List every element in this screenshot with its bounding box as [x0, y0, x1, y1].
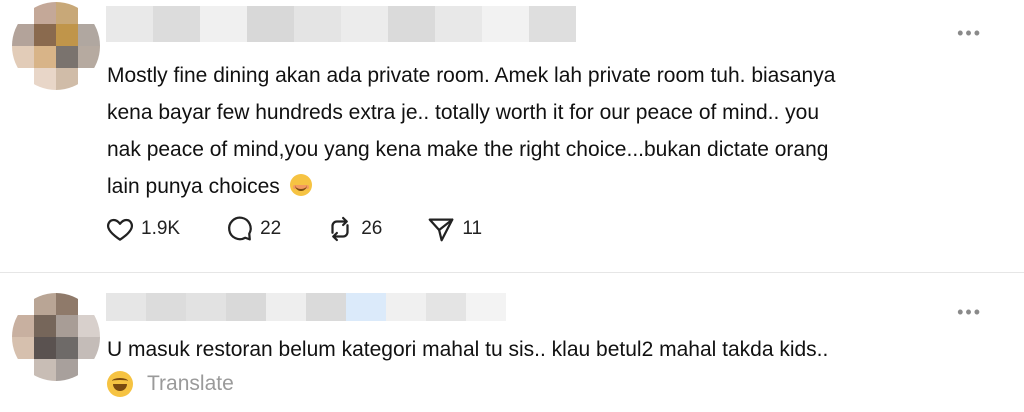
post-text: U masuk restoran belum kategori mahal tu… — [107, 338, 829, 361]
heart-icon — [107, 218, 133, 241]
username-pixel — [341, 6, 388, 42]
avatar-pixel — [78, 24, 100, 46]
username-pixel — [106, 6, 153, 42]
username-pixel — [388, 6, 435, 42]
avatar-pixel — [12, 293, 34, 315]
username-pixel — [200, 6, 247, 42]
more-options-icon[interactable]: ••• — [957, 24, 982, 42]
more-options-icon[interactable]: ••• — [957, 303, 982, 321]
avatar-pixel — [12, 337, 34, 359]
repost-icon — [331, 216, 349, 242]
avatar-pixel — [56, 46, 78, 68]
username-pixel — [106, 293, 146, 321]
username-blurred[interactable] — [106, 293, 506, 321]
username-pixel — [226, 293, 266, 321]
post: ••• Mostly fine dining akan ada private … — [0, 0, 1024, 272]
avatar-pixel — [12, 359, 34, 381]
avatar-pixel — [34, 24, 56, 46]
avatar[interactable] — [12, 293, 100, 381]
avatar-pixel — [34, 46, 56, 68]
avatar-pixel — [56, 68, 78, 90]
avatar-pixel — [78, 315, 100, 337]
avatar-pixel — [56, 337, 78, 359]
avatar-pixel — [12, 46, 34, 68]
repost-count: 26 — [361, 218, 383, 239]
reply-count: 22 — [260, 218, 282, 239]
avatar-pixel — [34, 2, 56, 24]
username-pixel — [482, 6, 529, 42]
username-pixel — [294, 6, 341, 42]
avatar-pixel — [34, 315, 56, 337]
username-pixel — [153, 6, 200, 42]
comment-icon — [228, 216, 252, 241]
like-count: 1.9K — [141, 218, 181, 239]
avatar-pixel — [56, 293, 78, 315]
username-pixel — [386, 293, 426, 321]
username-pixel — [529, 6, 576, 42]
avatar-pixel — [12, 24, 34, 46]
avatar-pixel — [12, 68, 34, 90]
avatar[interactable] — [12, 2, 100, 90]
avatar-pixel — [12, 2, 34, 24]
username-pixel — [247, 6, 294, 42]
post: ••• U masuk restoran belum kategori maha… — [0, 273, 1024, 412]
like-button[interactable]: 1.9K — [105, 214, 180, 244]
avatar-pixel — [56, 24, 78, 46]
username-pixel — [426, 293, 466, 321]
avatar-pixel — [78, 46, 100, 68]
avatar-pixel — [34, 337, 56, 359]
avatar-pixel — [78, 359, 100, 381]
share-button[interactable]: 11 — [426, 214, 482, 244]
avatar-pixel — [56, 315, 78, 337]
translate-link[interactable]: Translate — [147, 372, 234, 396]
username-pixel — [146, 293, 186, 321]
username-pixel — [266, 293, 306, 321]
share-count: 11 — [462, 218, 483, 239]
avatar-pixel — [78, 68, 100, 90]
avatar-pixel — [34, 68, 56, 90]
username-pixel — [435, 6, 482, 42]
avatar-pixel — [78, 337, 100, 359]
post-text: Mostly fine dining akan ada private room… — [107, 57, 997, 205]
avatar-pixel — [12, 315, 34, 337]
username-pixel — [306, 293, 346, 321]
avatar-pixel — [78, 2, 100, 24]
action-bar: 1.9K 22 26 11 — [105, 214, 526, 244]
post-text-content: Mostly fine dining akan ada private room… — [107, 64, 836, 198]
avatar-pixel — [34, 293, 56, 315]
username-pixel — [346, 293, 386, 321]
send-icon — [429, 218, 454, 242]
repost-button[interactable]: 26 — [325, 214, 382, 244]
avatar-pixel — [56, 359, 78, 381]
avatar-pixel — [56, 2, 78, 24]
username-blurred[interactable] — [106, 6, 576, 42]
avatar-pixel — [34, 359, 56, 381]
username-pixel — [466, 293, 506, 321]
username-pixel — [186, 293, 226, 321]
reply-button[interactable]: 22 — [224, 214, 281, 244]
translate-row: Translate — [107, 371, 234, 397]
smiling-face-icon — [289, 174, 312, 196]
avatar-pixel — [78, 293, 100, 315]
rolling-laughing-face-icon — [107, 371, 133, 397]
